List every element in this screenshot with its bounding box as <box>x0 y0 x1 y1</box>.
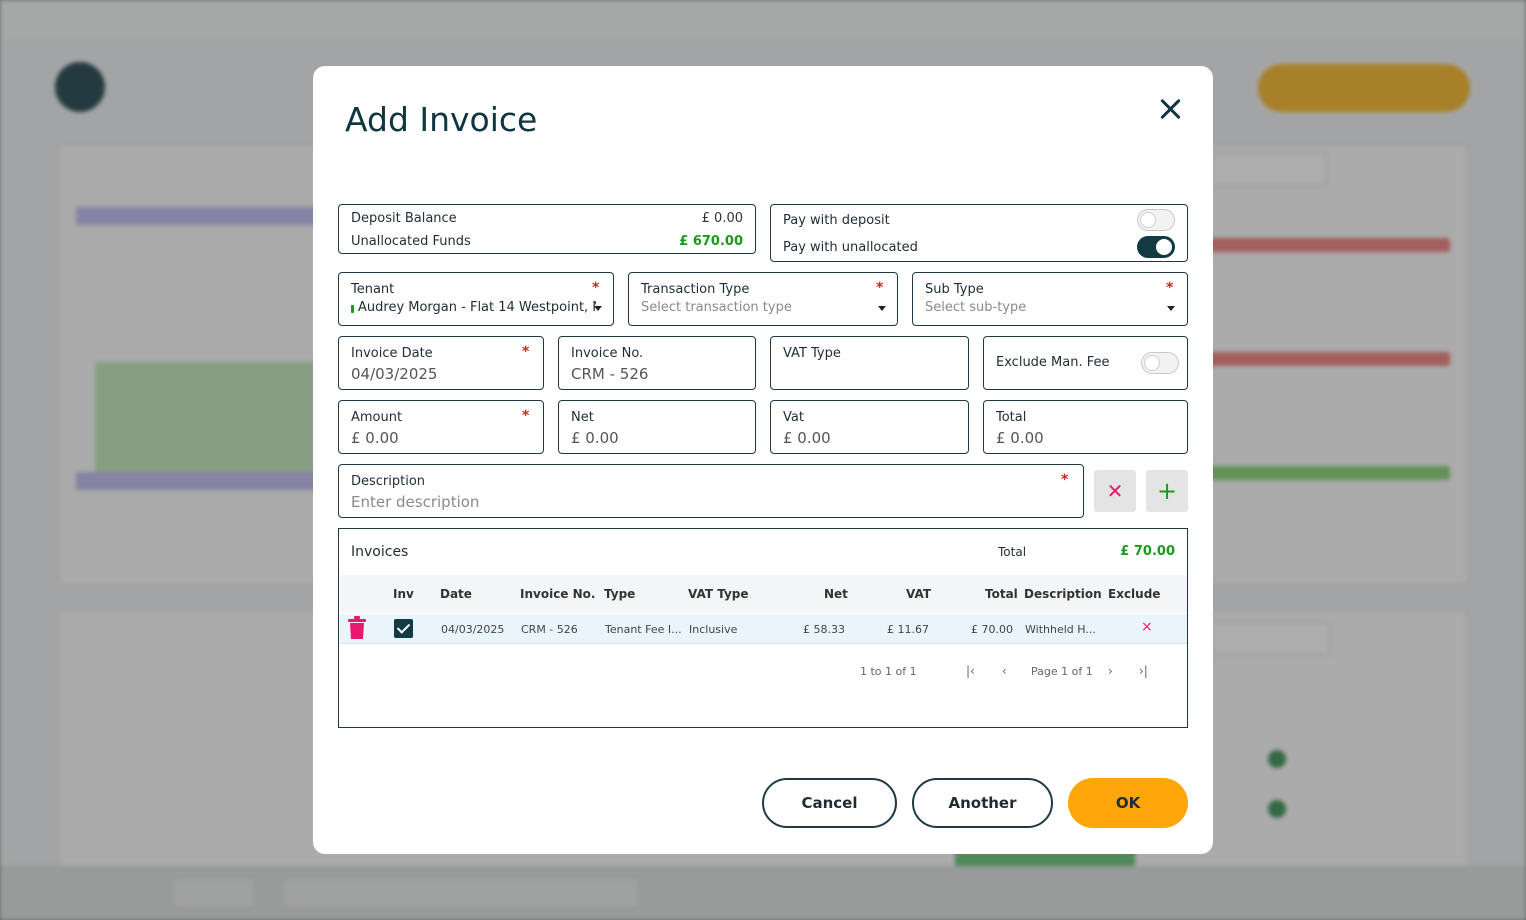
required-marker: * <box>522 408 530 424</box>
required-marker: * <box>522 344 530 360</box>
column-header[interactable]: Exclude <box>1108 587 1160 601</box>
cell-net: £ 58.33 <box>803 623 845 636</box>
chevron-down-icon <box>1167 306 1175 311</box>
invoices-panel: Invoices Total £ 70.00 Inv Date Invoice … <box>338 528 1188 728</box>
sub-type-select[interactable]: Sub Type * Select sub-type <box>912 272 1188 326</box>
pager-range: 1 to 1 of 1 <box>860 665 917 678</box>
total-field[interactable]: Total £ 0.00 <box>983 400 1188 454</box>
required-marker: * <box>592 280 600 296</box>
column-header[interactable]: Net <box>824 587 848 601</box>
plus-icon: + <box>1156 477 1178 505</box>
transaction-type-select[interactable]: Transaction Type * Select transaction ty… <box>628 272 898 326</box>
cell-total: £ 70.00 <box>971 623 1013 636</box>
add-row-button[interactable]: + <box>1146 470 1188 512</box>
invoice-no-value: CRM - 526 <box>571 365 649 383</box>
chevron-down-icon <box>594 306 602 311</box>
transaction-type-label: Transaction Type <box>641 282 750 297</box>
invoice-date-label: Invoice Date <box>351 346 433 361</box>
invoices-total-value: £ 70.00 <box>1120 544 1175 559</box>
pay-options-box: Pay with deposit Pay with unallocated <box>770 204 1188 262</box>
pay-with-unallocated-label: Pay with unallocated <box>783 240 918 255</box>
prev-page-icon[interactable]: ‹ <box>1002 664 1007 678</box>
column-header[interactable]: Description <box>1024 587 1102 601</box>
sub-type-label: Sub Type <box>925 282 984 297</box>
vat-type-field[interactable]: VAT Type <box>770 336 969 390</box>
sub-type-placeholder: Select sub-type <box>925 300 1027 315</box>
deposit-balance-value: £ 0.00 <box>701 211 743 226</box>
column-header[interactable]: VAT Type <box>688 587 749 601</box>
invoices-grid-header: Inv Date Invoice No. Type VAT Type Net V… <box>340 575 1187 613</box>
another-button[interactable]: Another <box>912 778 1053 828</box>
last-page-icon[interactable]: ›| <box>1139 664 1148 678</box>
invoice-date-field[interactable]: Invoice Date * 04/03/2025 <box>338 336 544 390</box>
cell-vat: £ 11.67 <box>887 623 929 636</box>
total-label: Total <box>996 410 1027 425</box>
amount-label: Amount <box>351 410 403 425</box>
add-invoice-dialog: Add Invoice Deposit Balance £ 0.00 Unall… <box>313 66 1213 854</box>
dialog-title: Add Invoice <box>345 100 538 139</box>
close-icon[interactable] <box>1153 92 1189 128</box>
cell-date: 04/03/2025 <box>441 623 505 636</box>
column-header[interactable]: Invoice No. <box>520 587 595 601</box>
tenant-select[interactable]: Tenant * Audrey Morgan - Flat 14 Westpoi… <box>338 272 614 326</box>
tenant-value: Audrey Morgan - Flat 14 Westpoint, No <box>358 300 596 315</box>
invoice-no-field[interactable]: Invoice No. CRM - 526 <box>558 336 756 390</box>
description-label: Description <box>351 474 426 489</box>
pay-with-deposit-toggle[interactable] <box>1137 209 1175 231</box>
first-page-icon[interactable]: |‹ <box>966 664 975 678</box>
pay-with-unallocated-toggle[interactable] <box>1137 236 1175 258</box>
tenant-label: Tenant <box>351 282 395 297</box>
invoice-no-label: Invoice No. <box>571 346 644 361</box>
net-value: £ 0.00 <box>571 429 619 447</box>
invoices-title: Invoices <box>351 544 409 560</box>
net-label: Net <box>571 410 594 425</box>
amount-field[interactable]: Amount * £ 0.00 <box>338 400 544 454</box>
invoices-total-label: Total <box>998 545 1027 559</box>
vat-label: Vat <box>783 410 804 425</box>
table-row[interactable]: 04/03/2025 CRM - 526 Tenant Fee I... Inc… <box>340 614 1187 644</box>
cell-type: Tenant Fee I... <box>605 623 682 636</box>
exclude-man-fee-toggle[interactable] <box>1141 352 1179 374</box>
description-field[interactable]: Description * Enter description <box>338 464 1084 518</box>
exclude-toggle-icon[interactable]: × <box>1141 619 1153 635</box>
tenant-status-icon <box>351 305 354 313</box>
invoice-checkbox[interactable] <box>394 619 413 638</box>
exclude-man-fee-box: Exclude Man. Fee <box>983 336 1188 390</box>
vat-type-label: VAT Type <box>783 346 841 361</box>
next-page-icon[interactable]: › <box>1108 664 1113 678</box>
column-header[interactable]: VAT <box>906 587 931 601</box>
description-placeholder: Enter description <box>351 493 480 511</box>
vat-value: £ 0.00 <box>783 429 831 447</box>
cell-vat-type: Inclusive <box>689 623 738 636</box>
net-field[interactable]: Net £ 0.00 <box>558 400 756 454</box>
ok-button[interactable]: OK <box>1068 778 1188 828</box>
total-value: £ 0.00 <box>996 429 1044 447</box>
column-header[interactable]: Inv <box>393 587 414 601</box>
required-marker: * <box>876 280 884 296</box>
invoice-date-value: 04/03/2025 <box>351 365 438 383</box>
balances-box: Deposit Balance £ 0.00 Unallocated Funds… <box>338 204 756 254</box>
pager-page: Page 1 of 1 <box>1031 665 1093 678</box>
exclude-man-fee-label: Exclude Man. Fee <box>996 355 1110 370</box>
pay-with-deposit-label: Pay with deposit <box>783 213 890 228</box>
required-marker: * <box>1166 280 1174 296</box>
unallocated-funds-label: Unallocated Funds <box>351 234 471 249</box>
cancel-button[interactable]: Cancel <box>762 778 897 828</box>
required-marker: * <box>1061 472 1069 488</box>
vat-field[interactable]: Vat £ 0.00 <box>770 400 969 454</box>
amount-value: £ 0.00 <box>351 429 399 447</box>
column-header[interactable]: Total <box>985 587 1018 601</box>
transaction-type-placeholder: Select transaction type <box>641 300 792 315</box>
column-header[interactable]: Date <box>440 587 472 601</box>
chevron-down-icon <box>878 306 886 311</box>
close-icon: ✕ <box>1106 479 1124 503</box>
cell-invoice-no: CRM - 526 <box>521 623 578 636</box>
clear-row-button[interactable]: ✕ <box>1094 470 1136 512</box>
deposit-balance-label: Deposit Balance <box>351 211 457 226</box>
column-header[interactable]: Type <box>604 587 635 601</box>
unallocated-funds-value: £ 670.00 <box>679 234 743 249</box>
trash-icon[interactable] <box>347 616 367 640</box>
cell-description: Withheld H... <box>1025 623 1096 636</box>
